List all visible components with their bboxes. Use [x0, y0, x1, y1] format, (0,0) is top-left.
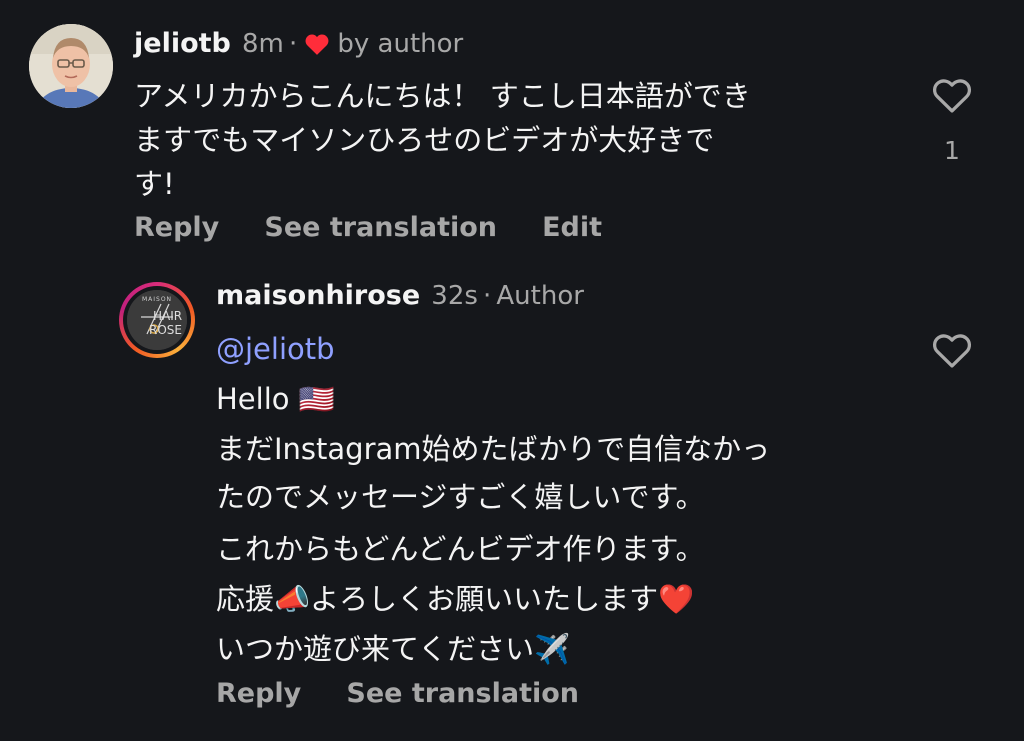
- like-count: 1: [944, 136, 960, 165]
- reply-line: Hello 🇺🇸: [216, 382, 335, 416]
- profile-photo: [29, 24, 113, 108]
- comment-username[interactable]: jeliotb: [134, 28, 231, 59]
- avatar-logo: MAISON HAIR ROSE: [127, 290, 187, 350]
- heart-filled-icon: [304, 32, 330, 60]
- reply-line: まだInstagram始めたばかりで自信なかっ: [216, 432, 771, 466]
- like-heart-icon[interactable]: [931, 76, 973, 118]
- comment-actions: Reply See translation Edit: [134, 212, 602, 243]
- reply-line: いつか遊び来てください✈️: [216, 632, 571, 666]
- logo-text-bottom: ROSE: [149, 323, 182, 337]
- see-translation-button[interactable]: See translation: [264, 212, 497, 243]
- separator-dot: ·: [288, 29, 298, 59]
- comment-header: jeliotb 8m · by author: [134, 28, 463, 60]
- reply-line: たのでメッセージすごく嬉しいです。: [216, 480, 705, 514]
- like-heart-icon[interactable]: [931, 331, 973, 373]
- comment-line: ますでもマイソンひろせのビデオが大好きで: [134, 123, 715, 157]
- edit-button[interactable]: Edit: [542, 212, 602, 243]
- comment-line: アメリカからこんにちは！ すこし日本語ができ: [134, 79, 751, 113]
- author-badge: Author: [496, 281, 584, 311]
- reply-header: maisonhirose 32s · Author: [216, 280, 584, 311]
- reply-body: @jeliotb Hello 🇺🇸 まだInstagram始めたばかりで自信なか…: [216, 327, 770, 677]
- mention-link[interactable]: @jeliotb: [216, 327, 770, 377]
- avatar-jeliotb[interactable]: [29, 24, 113, 108]
- reply-line: これからもどんどんビデオ作ります。: [216, 532, 705, 566]
- reply-username[interactable]: maisonhirose: [216, 280, 420, 311]
- comment-body: アメリカからこんにちは！ すこし日本語ができ ますでもマイソンひろせのビデオが大…: [134, 74, 751, 206]
- reply-line: 応援📣よろしくお願いいたします❤️: [216, 582, 695, 616]
- reply-time: 32s: [431, 281, 478, 311]
- avatar-maisonhirose[interactable]: MAISON HAIR ROSE: [119, 282, 195, 358]
- reply-button[interactable]: Reply: [216, 678, 301, 709]
- see-translation-button[interactable]: See translation: [346, 678, 579, 709]
- logo-text-mid: HAIR: [153, 309, 183, 323]
- comment-time: 8m: [241, 29, 284, 59]
- comment-line: す!: [134, 167, 175, 201]
- reply-button[interactable]: Reply: [134, 212, 219, 243]
- logo-text-top: MAISON: [141, 296, 173, 303]
- reply-actions: Reply See translation: [216, 678, 579, 709]
- separator-dot: ·: [483, 281, 492, 311]
- liked-by-author-label: by author: [337, 29, 464, 59]
